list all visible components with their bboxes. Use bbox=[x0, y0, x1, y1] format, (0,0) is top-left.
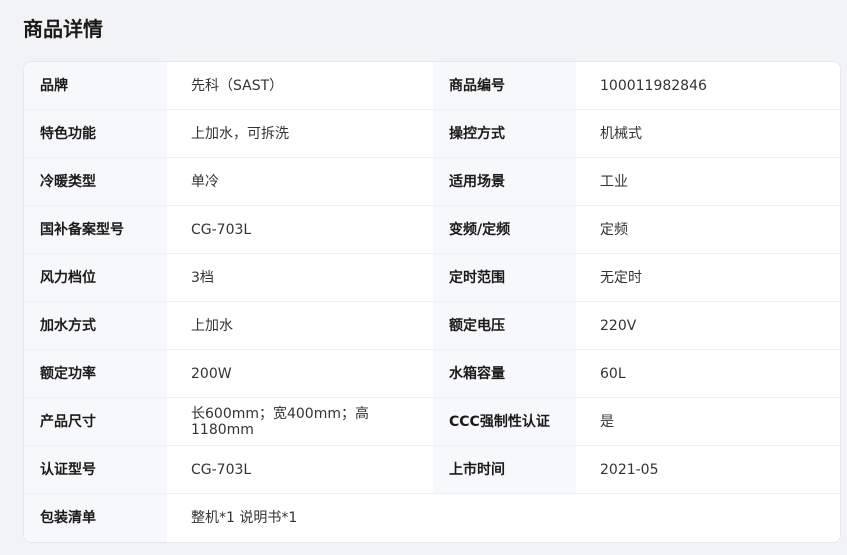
spec-row: 特色功能 上加水，可拆洗 操控方式 机械式 bbox=[24, 110, 840, 158]
spec-label: 特色功能 bbox=[24, 110, 167, 157]
spec-value: 长600mm；宽400mm；高1180mm bbox=[167, 398, 433, 445]
spec-value: 上加水，可拆洗 bbox=[167, 110, 433, 157]
spec-label: 风力档位 bbox=[24, 254, 167, 301]
spec-label: 商品编号 bbox=[433, 62, 576, 109]
spec-label: 国补备案型号 bbox=[24, 206, 167, 253]
spec-value: 机械式 bbox=[576, 110, 840, 157]
spec-value: 工业 bbox=[576, 158, 840, 205]
spec-table: 品牌 先科（SAST） 商品编号 100011982846 特色功能 上加水，可… bbox=[23, 61, 841, 543]
spec-value: 无定时 bbox=[576, 254, 840, 301]
spec-value: 整机*1 说明书*1 bbox=[167, 494, 840, 542]
spec-value: 上加水 bbox=[167, 302, 433, 349]
spec-label: 上市时间 bbox=[433, 446, 576, 493]
spec-value: 60L bbox=[576, 350, 840, 397]
spec-label: 适用场景 bbox=[433, 158, 576, 205]
spec-value: 200W bbox=[167, 350, 433, 397]
spec-row: 加水方式 上加水 额定电压 220V bbox=[24, 302, 840, 350]
spec-row: 认证型号 CG-703L 上市时间 2021-05 bbox=[24, 446, 840, 494]
spec-label: CCC强制性认证 bbox=[433, 398, 576, 445]
spec-label: 冷暖类型 bbox=[24, 158, 167, 205]
spec-label: 产品尺寸 bbox=[24, 398, 167, 445]
spec-value: 单冷 bbox=[167, 158, 433, 205]
spec-value: 3档 bbox=[167, 254, 433, 301]
spec-row: 冷暖类型 单冷 适用场景 工业 bbox=[24, 158, 840, 206]
spec-label: 变频/定频 bbox=[433, 206, 576, 253]
spec-label: 额定功率 bbox=[24, 350, 167, 397]
spec-value: CG-703L bbox=[167, 206, 433, 253]
spec-value: 100011982846 bbox=[576, 62, 840, 109]
spec-row: 国补备案型号 CG-703L 变频/定频 定频 bbox=[24, 206, 840, 254]
spec-label: 认证型号 bbox=[24, 446, 167, 493]
spec-value: 定频 bbox=[576, 206, 840, 253]
spec-label: 品牌 bbox=[24, 62, 167, 109]
spec-value: 220V bbox=[576, 302, 840, 349]
spec-value: 先科（SAST） bbox=[167, 62, 433, 109]
spec-value: 2021-05 bbox=[576, 446, 840, 493]
spec-label: 加水方式 bbox=[24, 302, 167, 349]
spec-label: 额定电压 bbox=[433, 302, 576, 349]
spec-row: 品牌 先科（SAST） 商品编号 100011982846 bbox=[24, 62, 840, 110]
spec-label: 水箱容量 bbox=[433, 350, 576, 397]
spec-label: 包装清单 bbox=[24, 494, 167, 542]
spec-value: 是 bbox=[576, 398, 840, 445]
spec-row: 产品尺寸 长600mm；宽400mm；高1180mm CCC强制性认证 是 bbox=[24, 398, 840, 446]
spec-value: CG-703L bbox=[167, 446, 433, 493]
spec-row: 额定功率 200W 水箱容量 60L bbox=[24, 350, 840, 398]
spec-label: 定时范围 bbox=[433, 254, 576, 301]
section-title: 商品详情 bbox=[23, 17, 103, 41]
spec-row: 包装清单 整机*1 说明书*1 bbox=[24, 494, 840, 542]
spec-label: 操控方式 bbox=[433, 110, 576, 157]
product-details-page: 商品详情 品牌 先科（SAST） 商品编号 100011982846 特色功能 … bbox=[0, 0, 847, 555]
spec-row: 风力档位 3档 定时范围 无定时 bbox=[24, 254, 840, 302]
